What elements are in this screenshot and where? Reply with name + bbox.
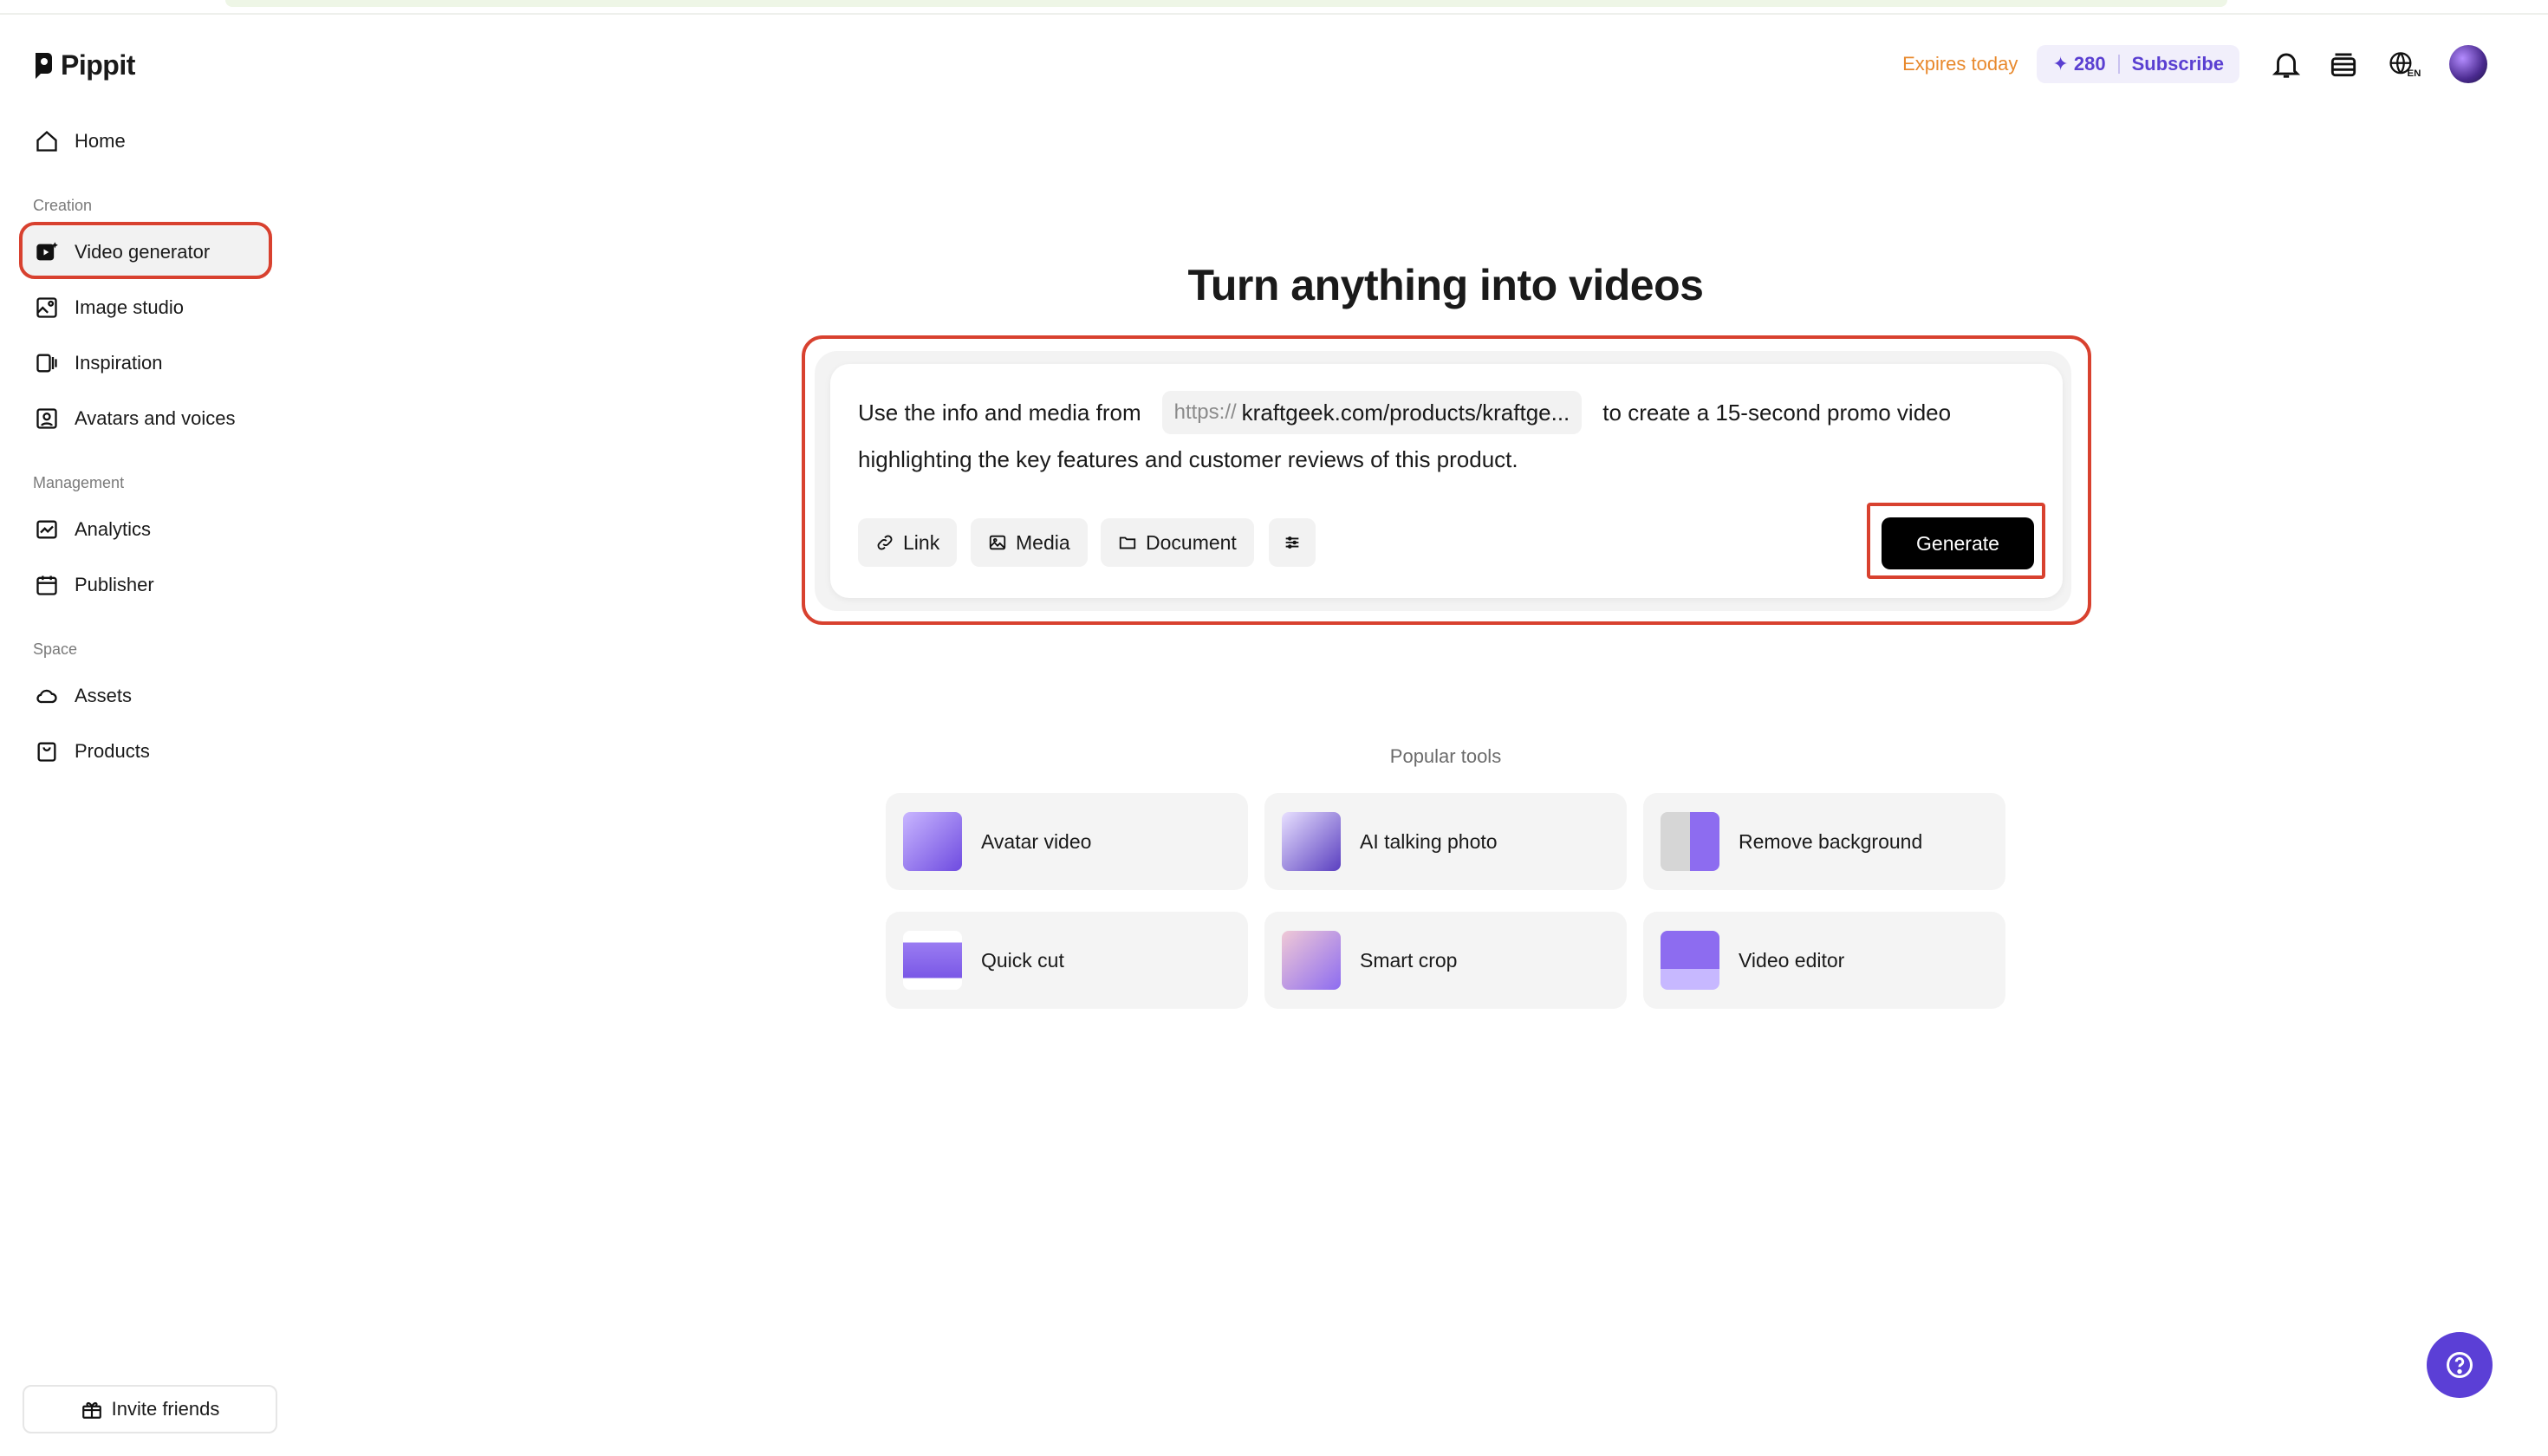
tool-label: Smart crop bbox=[1360, 948, 1458, 972]
tool-card-quick-cut[interactable]: Quick cut bbox=[886, 912, 1248, 1009]
tool-card-smart-crop[interactable]: Smart crop bbox=[1264, 912, 1627, 1009]
smart-crop-icon bbox=[1282, 931, 1341, 990]
url-protocol: https:// bbox=[1173, 400, 1237, 424]
settings-button[interactable] bbox=[1269, 518, 1316, 567]
expires-label: Expires today bbox=[1902, 53, 2018, 75]
section-label-space: Space bbox=[33, 640, 78, 658]
cloud-icon bbox=[36, 689, 57, 704]
sidebar-item-label: Home bbox=[75, 130, 126, 152]
notifications-button[interactable] bbox=[2269, 47, 2304, 81]
svg-text:EN: EN bbox=[2408, 68, 2421, 79]
divider bbox=[2117, 55, 2120, 74]
tool-label: Quick cut bbox=[981, 948, 1064, 972]
sidebar-item-analytics[interactable]: Analytics bbox=[19, 504, 270, 556]
invite-friends-button[interactable]: Invite friends bbox=[23, 1385, 277, 1433]
image-icon bbox=[989, 535, 1006, 550]
video-editor-icon bbox=[1661, 931, 1719, 990]
sidebar-item-label: Inspiration bbox=[75, 352, 163, 374]
sliders-icon bbox=[1285, 536, 1299, 549]
browser-top-strip bbox=[0, 0, 2548, 15]
analytics-icon bbox=[36, 520, 57, 539]
document-label: Document bbox=[1146, 530, 1237, 554]
quick-cut-icon bbox=[903, 931, 962, 990]
section-label-creation: Creation bbox=[33, 197, 93, 214]
tool-label: Video editor bbox=[1739, 948, 1845, 972]
help-button[interactable] bbox=[2427, 1332, 2493, 1398]
wallet-button[interactable] bbox=[2326, 47, 2361, 81]
tool-card-ai-talking-photo[interactable]: AI talking photo bbox=[1264, 793, 1627, 890]
tool-label: AI talking photo bbox=[1360, 829, 1498, 853]
tool-card-avatar-video[interactable]: Avatar video bbox=[886, 793, 1248, 890]
sidebar-item-home[interactable]: Home bbox=[19, 115, 270, 167]
credits-value: ✦ 280 bbox=[2052, 53, 2106, 75]
sidebar-item-assets[interactable]: Assets bbox=[19, 670, 270, 722]
invite-friends-label: Invite friends bbox=[111, 1398, 220, 1420]
page-title: Turn anything into videos bbox=[1187, 261, 1704, 309]
sidebar-item-avatars-voices[interactable]: Avatars and voices bbox=[19, 393, 270, 445]
remove-background-icon bbox=[1661, 812, 1719, 871]
section-label-management: Management bbox=[33, 474, 125, 491]
sidebar-item-label: Avatars and voices bbox=[75, 407, 236, 429]
prompt-line-2[interactable]: highlighting the key features and custom… bbox=[858, 446, 1518, 473]
tool-card-video-editor[interactable]: Video editor bbox=[1643, 912, 2005, 1009]
prompt-text-before-url: Use the info and media from bbox=[858, 399, 1141, 426]
pippit-logo-icon bbox=[36, 52, 52, 79]
tool-label: Remove background bbox=[1739, 829, 1923, 853]
logo[interactable]: Pippit bbox=[33, 49, 135, 81]
talking-photo-icon bbox=[1282, 812, 1341, 871]
credits-pill[interactable]: ✦ 280 Subscribe bbox=[2037, 45, 2239, 83]
header-actions: Expires today ✦ 280 Subscribe EN bbox=[1902, 43, 2487, 85]
wallet-icon bbox=[2330, 53, 2356, 77]
sidebar-item-publisher[interactable]: Publisher bbox=[19, 559, 270, 611]
gift-icon bbox=[81, 1401, 101, 1419]
user-avatar[interactable] bbox=[2449, 45, 2487, 83]
link-icon bbox=[877, 535, 893, 550]
media-label: Media bbox=[1016, 530, 1070, 554]
subscribe-button[interactable]: Subscribe bbox=[2132, 53, 2224, 75]
url-chip[interactable]: https:// kraftgeek.com/products/kraftge.… bbox=[1161, 391, 1583, 434]
bell-icon bbox=[2272, 53, 2301, 78]
language-button[interactable]: EN bbox=[2383, 47, 2427, 81]
popular-tools-label: Popular tools bbox=[1389, 745, 1502, 767]
document-button[interactable]: Document bbox=[1101, 518, 1254, 567]
sidebar-item-inspiration[interactable]: Inspiration bbox=[19, 337, 270, 389]
inspiration-icon bbox=[36, 354, 57, 373]
calendar-icon bbox=[36, 575, 57, 595]
sidebar-item-label: Analytics bbox=[75, 518, 152, 540]
link-label: Link bbox=[903, 530, 940, 554]
link-button[interactable]: Link bbox=[858, 518, 958, 567]
help-icon bbox=[2447, 1352, 2473, 1378]
folder-icon bbox=[1119, 536, 1136, 549]
avatar-video-icon bbox=[903, 812, 962, 871]
url-text: kraftgeek.com/products/kraftge... bbox=[1241, 399, 1570, 426]
prompt-line-1[interactable]: Use the info and media from https:// kra… bbox=[858, 390, 1951, 435]
media-button[interactable]: Media bbox=[971, 518, 1088, 567]
tool-card-remove-background[interactable]: Remove background bbox=[1643, 793, 2005, 890]
app-name: Pippit bbox=[61, 49, 135, 81]
globe-icon: EN bbox=[2389, 52, 2421, 79]
sidebar: Pippit Home Creation Video generator Ima… bbox=[0, 15, 286, 1456]
sidebar-item-label: Assets bbox=[75, 685, 133, 706]
tool-label: Avatar video bbox=[981, 829, 1092, 853]
generate-button[interactable]: Generate bbox=[1882, 517, 2034, 569]
home-icon bbox=[36, 130, 57, 152]
avatar-icon bbox=[36, 408, 57, 429]
sidebar-item-label: Publisher bbox=[75, 574, 154, 595]
prompt-text-after-url: to create a 15-second promo video bbox=[1602, 399, 1952, 426]
